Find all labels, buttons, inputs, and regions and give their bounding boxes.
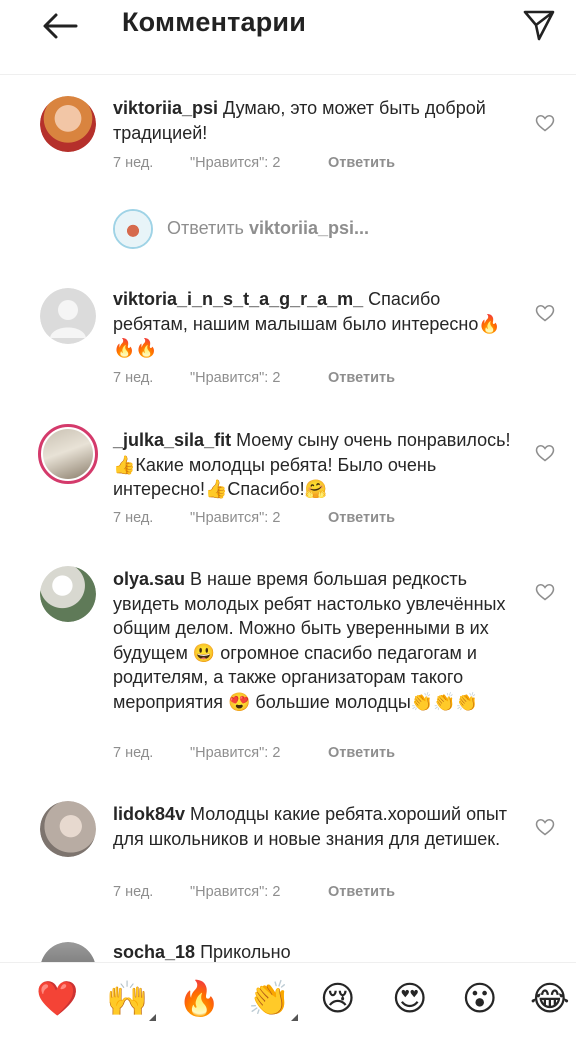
like-heart-icon[interactable] [535,583,555,601]
fire-emoji-button[interactable]: 🔥 [178,979,220,1019]
like-heart-icon[interactable] [535,444,555,462]
avatar[interactable] [40,96,96,152]
reply-button[interactable]: Ответить [328,884,395,900]
heart-eyes-emoji-button[interactable]: 😍 [392,979,427,1019]
reply-button[interactable]: Ответить [328,370,395,386]
comment-username[interactable]: lidok84v [113,804,185,824]
comment-text: viktoriia_psi Думаю, это может быть добр… [113,96,518,145]
comment-text: _julka_sila_fit Моему сыну очень понрави… [113,428,518,502]
comment-text: viktoria_i_n_s_t_a_g_r_a_m_ Спасибо ребя… [113,287,518,361]
comment-text: lidok84v Молодцы какие ребята.хороший оп… [113,802,518,851]
comment-meta: 7 нед. "Нравится": 2 Ответить [113,370,395,386]
red-heart-emoji-button[interactable]: ❤️ [36,979,78,1019]
comment-time: 7 нед. [113,884,154,900]
reply-button[interactable]: Ответить [328,155,395,171]
comment-meta: 7 нед. "Нравится": 2 Ответить [113,510,395,526]
reply-button[interactable]: Ответить [328,745,395,761]
comment-username[interactable]: viktoria_i_n_s_t_a_g_r_a_m_ [113,289,363,309]
avatar[interactable] [40,566,96,622]
header-divider [0,74,576,75]
comment-time: 7 нед. [113,370,154,386]
comment-likes[interactable]: "Нравится": 2 [190,370,328,386]
comment-text: socha_18 Прикольно [113,940,518,965]
comment-time: 7 нед. [113,510,154,526]
page-title: Комментарии [122,7,307,37]
reply-prompt-text[interactable]: Ответить viktoriia_psi... [167,218,369,239]
avatar[interactable] [38,424,98,484]
reply-button[interactable]: Ответить [328,510,395,526]
direct-send-icon[interactable] [522,8,556,42]
comment-text: olya.sau В наше время большая редкость у… [113,567,518,714]
comment-username[interactable]: socha_18 [113,942,195,962]
comment-time: 7 нед. [113,155,154,171]
back-arrow-icon[interactable] [40,10,80,42]
surprised-face-emoji-button[interactable]: 😮 [462,979,497,1019]
crying-face-emoji-button[interactable]: 😢 [320,979,355,1019]
app-header: Комментарии [0,0,576,56]
skin-tone-indicator-icon [149,1014,157,1021]
like-heart-icon[interactable] [535,304,555,322]
comment-body: В наше время большая редкость увидеть мо… [113,569,506,712]
comment-body: Прикольно [195,942,291,962]
comment-username[interactable]: olya.sau [113,569,185,589]
avatar[interactable] [40,288,96,344]
comment-username[interactable]: viktoriia_psi [113,98,218,118]
skin-tone-indicator-icon [291,1014,299,1021]
emoji-reaction-bar: ❤️ 🙌 🔥 👏 😢 😍 😮 😂 [0,962,576,1038]
comment-username[interactable]: _julka_sila_fit [113,430,231,450]
like-heart-icon[interactable] [535,818,555,836]
comment-likes[interactable]: "Нравится": 2 [190,745,328,761]
comment-time: 7 нед. [113,745,154,761]
reply-avatar [113,209,153,249]
raising-hands-emoji-button[interactable]: 🙌 [106,979,157,1021]
comment-likes[interactable]: "Нравится": 2 [190,155,328,171]
tears-of-joy-emoji-button[interactable]: 😂 [530,979,570,1019]
comment-meta: 7 нед. "Нравится": 2 Ответить [113,745,395,761]
comment-likes[interactable]: "Нравится": 2 [190,884,328,900]
view-replies-row[interactable]: Ответить viktoriia_psi... [113,207,533,251]
clapping-hands-emoji-button[interactable]: 👏 [248,979,299,1021]
comment-likes[interactable]: "Нравится": 2 [190,510,328,526]
like-heart-icon[interactable] [535,114,555,132]
comment-meta: 7 нед. "Нравится": 2 Ответить [113,155,395,171]
comment-meta: 7 нед. "Нравится": 2 Ответить [113,884,395,900]
bottom-spacer [0,1038,576,1052]
avatar[interactable] [40,801,96,857]
